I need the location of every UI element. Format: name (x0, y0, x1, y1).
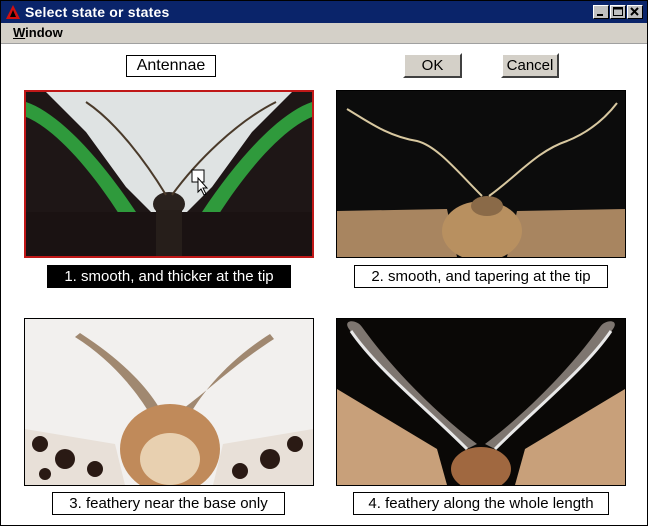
app-icon (6, 5, 20, 19)
menu-window-mnemonic: W (13, 25, 26, 40)
state-image-1[interactable] (24, 90, 314, 258)
close-button[interactable] (627, 5, 643, 19)
state-option-3[interactable]: 3. feathery near the base only (52, 492, 285, 515)
state-option-1[interactable]: 1. smooth, and thicker at the tip (47, 265, 291, 288)
window-title: Select state or states (25, 4, 170, 20)
state-image-2[interactable] (336, 90, 626, 258)
state-image-3[interactable] (24, 318, 314, 486)
state-option-2[interactable]: 2. smooth, and tapering at the tip (354, 265, 608, 288)
character-heading: Antennae (126, 55, 216, 77)
state-option-4[interactable]: 4. feathery along the whole length (353, 492, 609, 515)
menu-bar: Window (1, 23, 647, 44)
maximize-icon (613, 7, 623, 16)
maximize-button[interactable] (610, 5, 626, 19)
title-bar[interactable]: Select state or states (1, 1, 647, 23)
ok-button[interactable]: OK (403, 53, 462, 78)
minimize-button[interactable] (593, 5, 609, 19)
menu-window[interactable]: Window (13, 25, 63, 40)
state-image-4[interactable] (336, 318, 626, 486)
dialog-window: Select state or states Window Antennae O… (0, 0, 648, 526)
close-icon (630, 7, 639, 16)
cancel-button[interactable]: Cancel (501, 53, 559, 78)
menu-window-rest: indow (25, 25, 63, 40)
minimize-icon (597, 14, 603, 16)
